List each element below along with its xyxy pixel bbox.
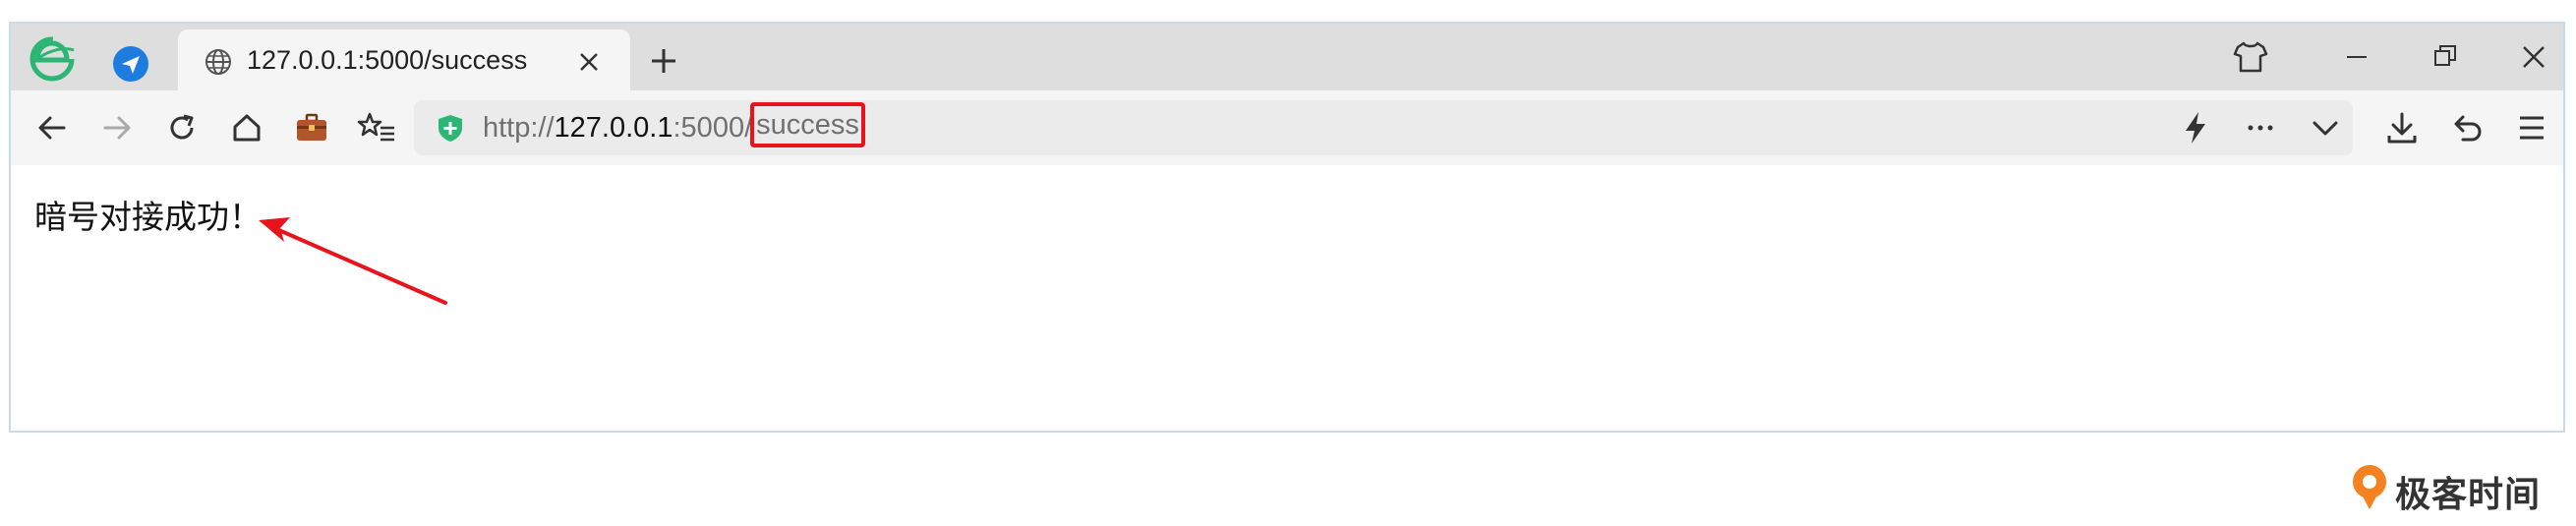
- reload-icon[interactable]: [160, 106, 204, 149]
- minimize-icon[interactable]: [2335, 35, 2378, 79]
- home-icon[interactable]: [225, 106, 268, 149]
- tab-title: 127.0.0.1:5000/success: [247, 45, 528, 75]
- briefcase-icon[interactable]: [290, 106, 333, 149]
- favorites-star-list-icon[interactable]: [355, 106, 398, 149]
- navigator-icon[interactable]: [109, 42, 152, 86]
- nav-toolbar: http://127.0.0.1:5000/success: [11, 90, 2563, 165]
- brand-name: 极客时间: [2395, 474, 2542, 514]
- close-window-icon[interactable]: [2512, 35, 2555, 79]
- url-port: :5000/: [673, 112, 753, 144]
- restore-icon[interactable]: [2424, 35, 2467, 79]
- annotation-arrow-icon: [259, 217, 447, 305]
- download-icon[interactable]: [2380, 106, 2424, 149]
- new-tab-plus-icon[interactable]: [644, 41, 683, 81]
- browser-logo-icon[interactable]: [28, 34, 77, 84]
- more-dots-icon[interactable]: [2239, 106, 2282, 149]
- back-arrow-icon[interactable]: [30, 106, 74, 149]
- tab-bar: 127.0.0.1:5000/success: [11, 24, 2563, 90]
- url-path-highlighted: success: [750, 102, 865, 147]
- secure-shield-icon[interactable]: [436, 113, 465, 143]
- url-host: 127.0.0.1: [554, 112, 673, 144]
- undo-close-tab-icon[interactable]: [2445, 106, 2488, 149]
- tab-active[interactable]: 127.0.0.1:5000/success: [178, 29, 630, 90]
- brand-logo-icon: [2353, 465, 2386, 509]
- forward-arrow-icon[interactable]: [95, 106, 139, 149]
- globe-icon: [205, 49, 231, 75]
- skin-tshirt-icon[interactable]: [2229, 35, 2272, 79]
- close-tab-icon[interactable]: [573, 46, 605, 78]
- url-scheme: http://: [483, 112, 555, 144]
- menu-hamburger-icon[interactable]: [2510, 106, 2553, 149]
- chevron-down-icon[interactable]: [2304, 106, 2347, 149]
- address-bar[interactable]: http://127.0.0.1:5000/success: [414, 100, 2353, 155]
- lightning-icon[interactable]: [2174, 106, 2217, 149]
- url-text[interactable]: http://127.0.0.1:5000/success: [483, 102, 865, 147]
- success-message: 暗号对接成功！: [34, 199, 262, 235]
